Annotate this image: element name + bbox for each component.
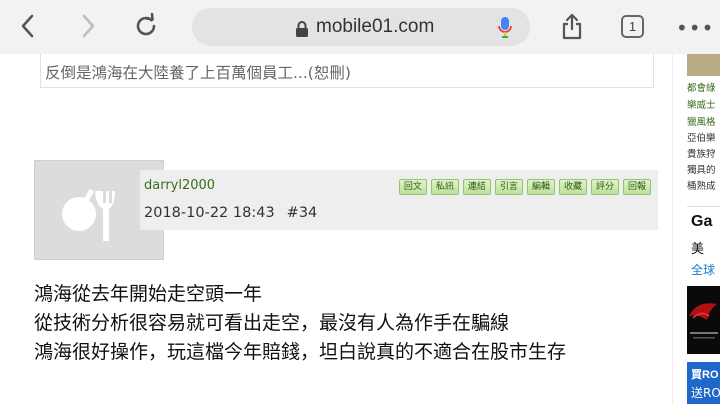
back-button[interactable]: [10, 8, 46, 44]
ad-headline: Ga: [691, 213, 713, 230]
promo-line: 送RO: [691, 386, 720, 400]
link-button[interactable]: 連結: [462, 179, 491, 195]
bookmark-button[interactable]: 收藏: [558, 179, 587, 195]
browser-toolbar: mobile01.com 1 •••: [0, 0, 720, 54]
private-message-button[interactable]: 私訊: [430, 179, 459, 195]
sidebar-link[interactable]: 都會綠: [687, 80, 716, 94]
tab-switcher-button[interactable]: 1: [621, 15, 644, 38]
post-datetime: 2018-10-22 18:43: [144, 205, 275, 221]
ad-link-text: 全球: [691, 263, 716, 277]
reload-button[interactable]: [128, 8, 164, 44]
reload-icon: [136, 13, 156, 36]
sidebar-text: 獨具的: [687, 165, 716, 176]
post-body-line: 從技術分析很容易就可看出走空，最沒有人為作手在騙線: [34, 312, 510, 334]
share-button[interactable]: [554, 8, 590, 44]
post-header: darryl2000 2018-10-22 18:43 #34 回文 私訊 連結 …: [140, 170, 658, 230]
report-button[interactable]: 回報: [622, 179, 651, 195]
address-bar[interactable]: mobile01.com: [192, 8, 530, 46]
sidebar-text: 桶熟成: [687, 181, 716, 192]
post-meta: 2018-10-22 18:43 #34: [144, 205, 317, 221]
reply-button[interactable]: 回文: [398, 179, 427, 195]
post-body-line: 鴻海很好操作，玩這檔今年賠錢，坦白說真的不適合在股市生存: [34, 341, 567, 363]
chevron-right-icon: [82, 14, 95, 38]
post-number[interactable]: #34: [287, 205, 318, 221]
post-body-line: 鴻海從去年開始走空頭一年: [34, 283, 263, 305]
chevron-left-icon: [21, 14, 34, 38]
post-body: 鴻海從去年開始走空頭一年 從技術分析很容易就可看出走空，最沒有人為作手在騙線 鴻…: [34, 280, 566, 367]
promo-line: 買RO: [691, 369, 719, 381]
quote-block: 反倒是鴻海在大陸養了上百萬個員工...(恕刪): [40, 54, 654, 88]
sidebar-ad[interactable]: Ga 美 全球: [687, 206, 720, 278]
quote-button[interactable]: 引言: [494, 179, 523, 195]
sidebar-thumbnail[interactable]: [687, 54, 720, 76]
lock-icon: [296, 21, 308, 37]
url-text: mobile01.com: [316, 16, 435, 37]
more-options-button[interactable]: •••: [676, 16, 714, 40]
username-link[interactable]: darryl2000: [144, 178, 215, 193]
forward-button[interactable]: [70, 8, 106, 44]
edit-button[interactable]: 編輯: [526, 179, 555, 195]
sidebar-text: 貴族狩: [687, 149, 716, 160]
page-content: 反倒是鴻海在大陸養了上百萬個員工...(恕刪) darryl2000 2018-…: [0, 54, 672, 404]
sidebar-banner-image[interactable]: [687, 286, 720, 354]
sidebar-link[interactable]: 獵風格: [687, 114, 716, 128]
share-icon: [562, 13, 582, 40]
sidebar-text: 亞伯樂: [687, 133, 716, 144]
ad-subline: 美: [691, 242, 705, 257]
sidebar-promo-banner[interactable]: 買RO 送RO: [687, 362, 720, 404]
quote-text: 反倒是鴻海在大陸養了上百萬個員工...(恕刪): [45, 64, 351, 82]
sidebar-link[interactable]: 樂威士: [687, 97, 716, 111]
rate-button[interactable]: 評分: [590, 179, 619, 195]
microphone-icon[interactable]: [498, 17, 512, 39]
rog-logo-icon: [689, 303, 718, 339]
post-action-bar: 回文 私訊 連結 引言 編輯 收藏 評分 回報: [398, 179, 651, 195]
right-sidebar: 都會綠 樂威士 獵風格 亞伯樂 貴族狩 獨具的 桶熟成 Ga 美 全球 買RO …: [672, 54, 720, 404]
